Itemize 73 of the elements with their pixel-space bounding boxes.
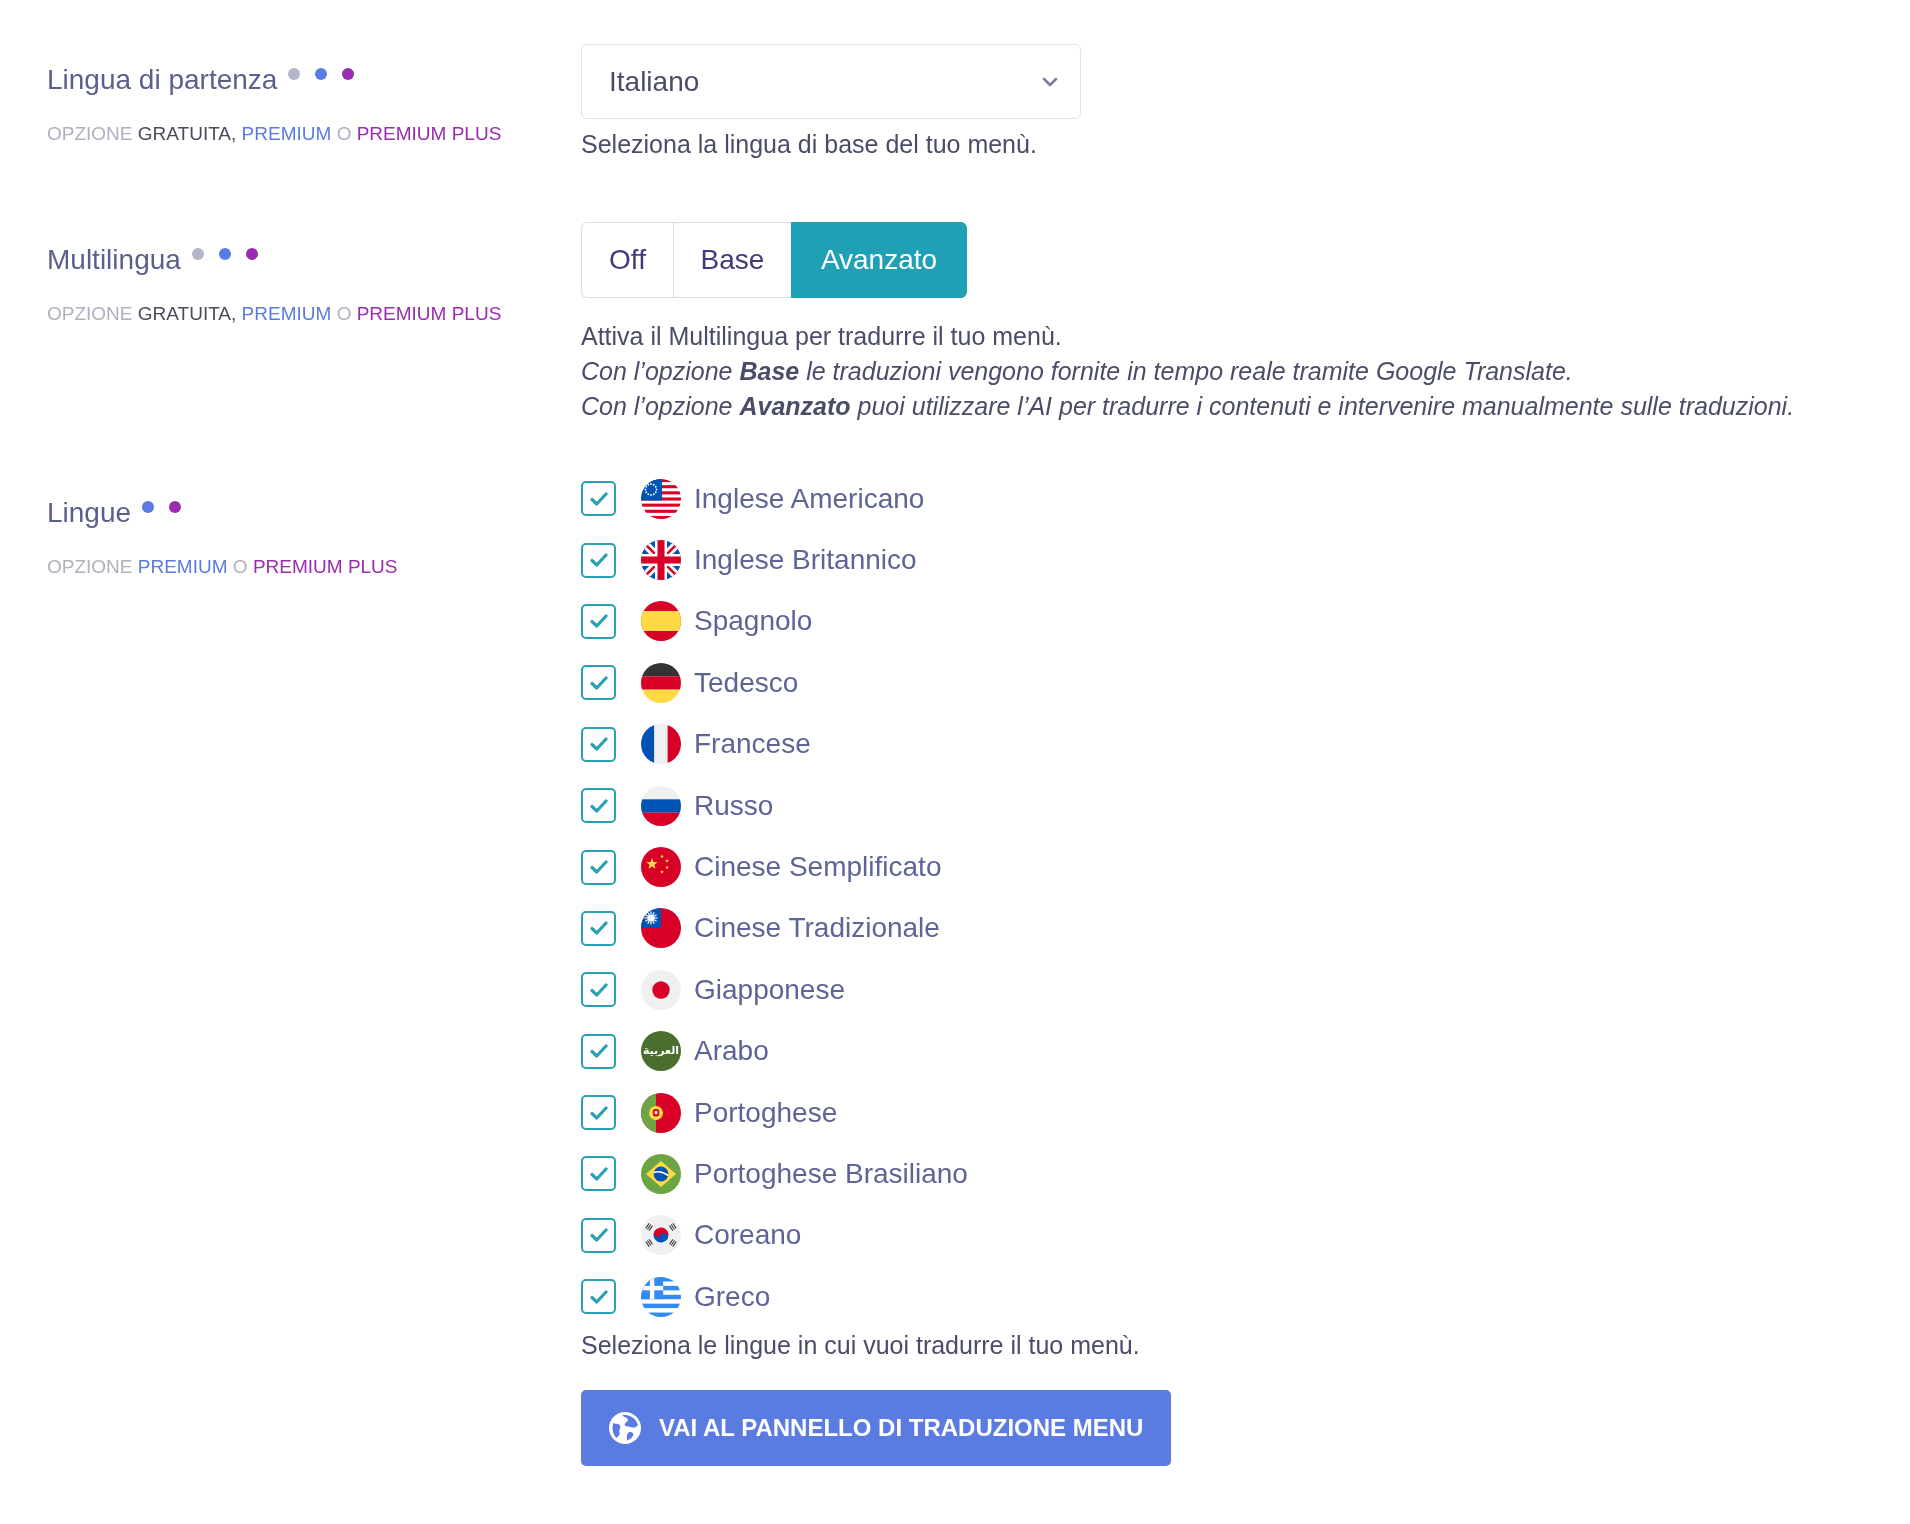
language-label: Cinese Semplificato <box>694 850 942 885</box>
language-label: Spagnolo <box>694 604 813 639</box>
uk-flag-icon <box>641 540 681 581</box>
translation-panel-button[interactable]: VAI AL PANNELLO DI TRADUZIONE MENU <box>581 1390 1172 1467</box>
setting-label: Multilingua <box>47 243 181 277</box>
chevron-down-icon <box>1042 76 1058 87</box>
russia-flag-icon <box>641 785 681 826</box>
portugal-flag-icon <box>641 1092 681 1133</box>
language-label: Tedesco <box>694 665 799 700</box>
setting-label: Lingua di partenza <box>47 63 278 97</box>
checkmark-icon <box>589 798 608 813</box>
language-label: Portoghese Brasiliano <box>694 1157 968 1191</box>
south-korea-flag-icon <box>641 1215 681 1256</box>
checkbox[interactable] <box>581 1279 616 1315</box>
help-text: Seleziona le lingue in cui vuoi tradurre il tuo menù. <box>581 1331 1140 1360</box>
checkbox[interactable] <box>581 481 616 517</box>
checkbox[interactable] <box>581 1217 616 1253</box>
help-text: Seleziona la lingua di base del tuo menù. <box>581 130 1037 158</box>
arabic-script-badge: العربية <box>641 1031 681 1072</box>
checkmark-icon <box>589 737 608 752</box>
taiwan-flag-icon <box>641 908 681 949</box>
checkbox[interactable] <box>581 972 616 1008</box>
language-label: Giapponese <box>694 972 845 1007</box>
checkbox[interactable] <box>581 788 616 824</box>
greece-flag-icon <box>641 1276 681 1317</box>
language-label: Inglese Britannico <box>694 543 917 578</box>
language-label: Coreano <box>694 1218 802 1253</box>
checkmark-icon <box>589 553 608 568</box>
mode-tab[interactable]: Off <box>581 222 673 298</box>
checkbox[interactable] <box>581 726 616 762</box>
language-label: Russo <box>694 788 774 823</box>
checkmark-icon <box>589 1044 608 1059</box>
checkmark-icon <box>589 982 608 997</box>
us-flag-icon <box>641 478 681 519</box>
language-label: Arabo <box>694 1034 769 1069</box>
checkbox[interactable] <box>581 1095 616 1131</box>
checkmark-icon <box>589 1289 608 1304</box>
language-select[interactable]: Italiano <box>581 44 1081 119</box>
language-label: Portoghese <box>694 1095 838 1130</box>
checkbox[interactable] <box>581 1033 616 1069</box>
checkmark-icon <box>589 1228 608 1243</box>
germany-flag-icon <box>641 662 681 703</box>
checkbox[interactable] <box>581 665 616 701</box>
france-flag-icon <box>641 724 681 765</box>
plan-availability-text: OPZIONE PREMIUM O PREMIUM PLUS <box>47 555 398 579</box>
help-text: Con l’opzione Avanzato puoi utilizzare l’AI per tradurre i contenuti e intervenire manualmente sulle traduzioni. <box>581 391 1795 422</box>
help-text: Attiva il Multilingua per tradurre il tuo menù. <box>581 321 1062 352</box>
checkmark-icon <box>589 1167 608 1181</box>
china-flag-icon <box>641 847 681 888</box>
brazil-flag-icon <box>641 1154 681 1194</box>
plan-availability-text: OPZIONE GRATUITA, PREMIUM O PREMIUM PLUS <box>47 302 502 326</box>
checkbox[interactable] <box>581 849 616 885</box>
checkmark-icon <box>589 921 608 936</box>
checkmark-icon <box>589 860 608 875</box>
checkmark-icon <box>589 614 608 629</box>
language-label: Cinese Tradizionale <box>694 911 940 946</box>
language-label: Inglese Americano <box>694 481 925 516</box>
globe-icon <box>609 1412 641 1445</box>
setting-label: Lingue <box>47 496 132 530</box>
checkmark-icon <box>589 675 608 690</box>
checkmark-icon <box>589 491 608 506</box>
checkbox[interactable] <box>581 1156 616 1192</box>
checkbox[interactable] <box>581 603 616 639</box>
language-label: Greco <box>694 1279 771 1314</box>
language-label: Francese <box>694 727 811 762</box>
spain-flag-icon <box>641 601 681 642</box>
checkbox[interactable] <box>581 910 616 946</box>
plan-availability-text: OPZIONE GRATUITA, PREMIUM O PREMIUM PLUS <box>47 122 502 146</box>
checkmark-icon <box>589 1105 608 1120</box>
mode-tab[interactable]: Base <box>673 222 791 298</box>
japan-flag-icon <box>641 969 681 1010</box>
help-text: Con l’opzione Base le traduzioni vengono fornite in tempo reale tramite Google Translate. <box>581 356 1573 387</box>
checkbox[interactable] <box>581 542 616 578</box>
